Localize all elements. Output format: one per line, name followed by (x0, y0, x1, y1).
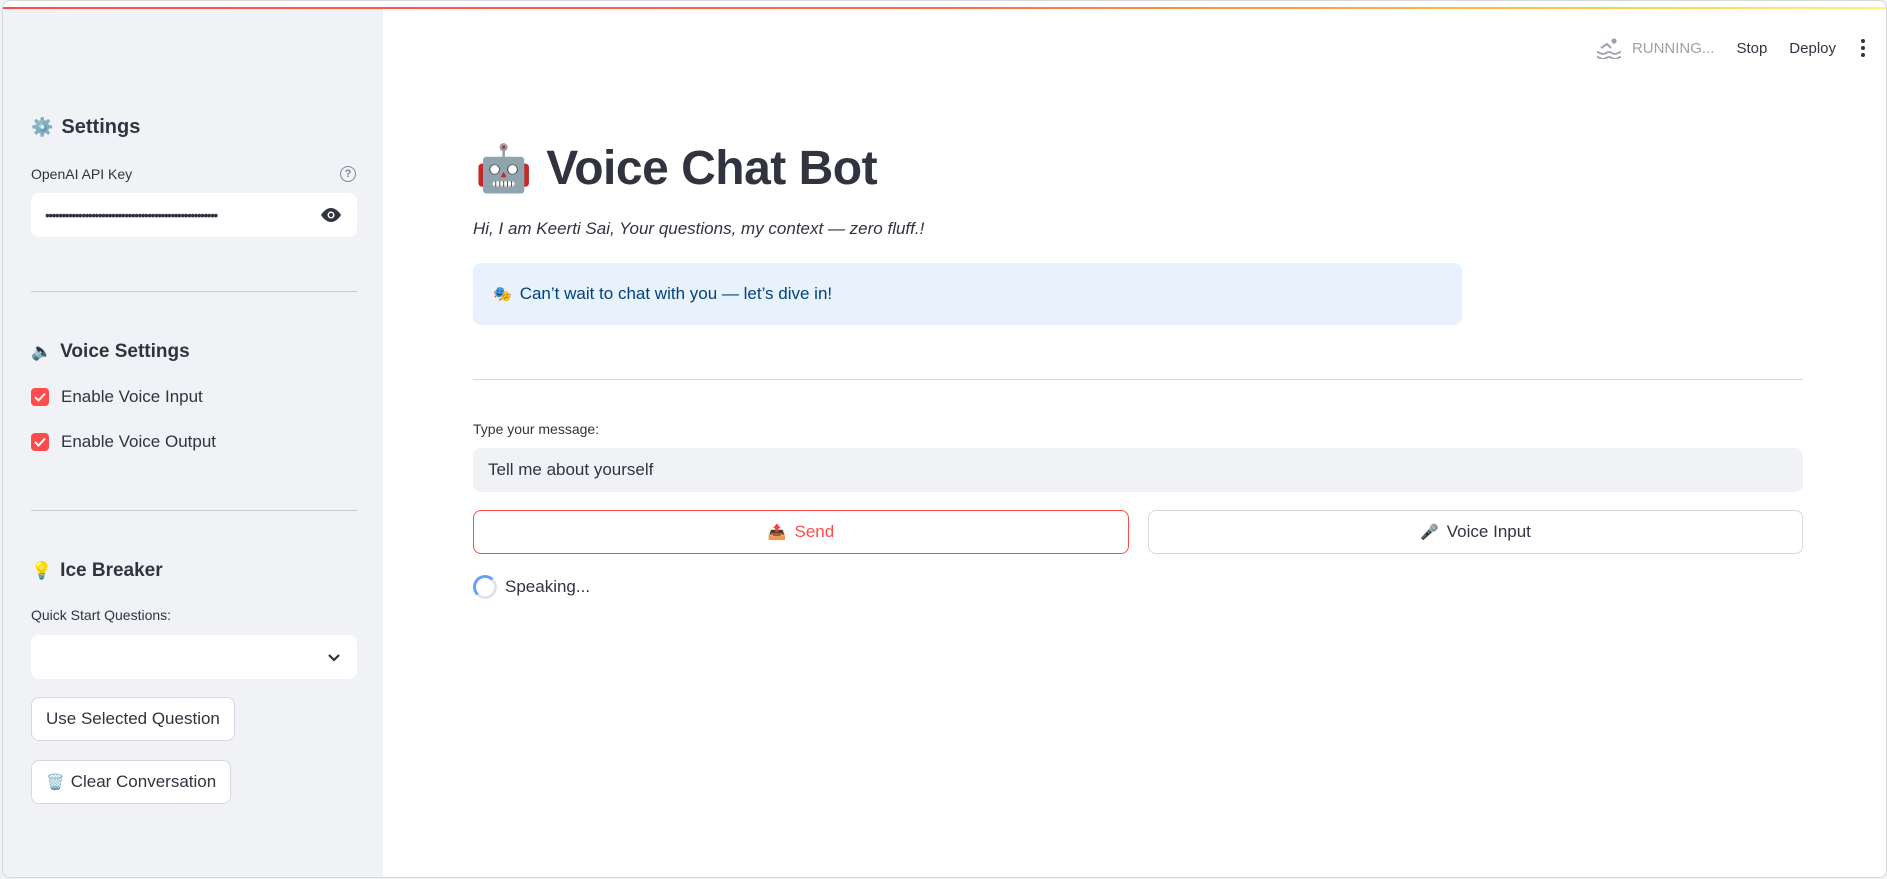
message-input-value[interactable]: Tell me about yourself (488, 460, 653, 480)
lightbulb-icon: 💡 (31, 561, 53, 580)
spinner-icon (473, 575, 497, 599)
running-status-text: RUNNING... (1631, 39, 1715, 57)
send-button-label: Send (794, 522, 835, 541)
speaker-icon: 🔈 (31, 342, 53, 361)
app-window: ⚙️ Settings OpenAI API Key ? •••••••••••… (2, 0, 1887, 878)
kebab-menu-icon[interactable] (1858, 39, 1868, 57)
eye-icon[interactable] (319, 207, 343, 223)
robot-icon: 🤖 (475, 142, 533, 194)
quick-start-label: Quick Start Questions: (31, 607, 172, 623)
trash-icon: 🗑️ (46, 774, 65, 791)
enable-voice-input-checkbox[interactable]: Enable Voice Input (31, 387, 203, 407)
running-status: RUNNING... (1596, 37, 1715, 59)
speaking-status: Speaking... (473, 575, 590, 599)
app-toolbar: RUNNING... Stop Deploy (1596, 37, 1868, 59)
voice-input-button-label: Voice Input (1446, 522, 1531, 541)
page-title: 🤖 Voice Chat Bot (475, 141, 878, 196)
send-button[interactable]: 📤 Send (473, 510, 1129, 554)
stop-button[interactable]: Stop (1736, 40, 1767, 57)
use-selected-question-label: Use Selected Question (46, 709, 220, 728)
info-alert: 🎭 Can’t wait to chat with you — let’s di… (473, 263, 1462, 325)
gear-icon: ⚙️ (31, 117, 54, 137)
speaking-status-text: Speaking... (505, 577, 591, 596)
help-icon[interactable]: ? (340, 166, 356, 182)
api-key-input[interactable]: ••••••••••••••••••••••••••••••••••••••••… (31, 193, 357, 237)
quick-start-select[interactable] (31, 635, 357, 679)
api-key-label: OpenAI API Key (31, 166, 133, 182)
voice-settings-heading: 🔈 Voice Settings (31, 341, 190, 363)
clear-conversation-label: Clear Conversation (70, 772, 217, 791)
voice-input-button[interactable]: 🎤 Voice Input (1148, 510, 1803, 554)
info-alert-text: Can’t wait to chat with you — let’s dive… (519, 284, 833, 303)
clear-conversation-button[interactable]: 🗑️ Clear Conversation (31, 760, 232, 804)
settings-heading: ⚙️ Settings (31, 116, 140, 139)
enable-voice-output-label[interactable]: Enable Voice Output (61, 432, 216, 452)
page-subtitle: Hi, I am Keerti Sai, Your questions, my … (473, 219, 925, 238)
checkbox-checked-icon[interactable] (31, 388, 49, 406)
outbox-icon: 📤 (767, 524, 787, 541)
sidebar-divider (31, 291, 357, 292)
microphone-icon: 🎤 (1420, 524, 1439, 541)
page-title-text: Voice Chat Bot (546, 142, 878, 195)
main-content: RUNNING... Stop Deploy 🤖 Voice Chat Bot … (383, 9, 1886, 877)
enable-voice-input-label[interactable]: Enable Voice Input (61, 387, 203, 407)
use-selected-question-button[interactable]: Use Selected Question (31, 697, 235, 741)
main-divider (473, 379, 1803, 380)
message-label: Type your message: (473, 421, 600, 437)
swimmer-icon (1596, 38, 1622, 59)
ice-breaker-heading: 💡 Ice Breaker (31, 560, 163, 582)
enable-voice-output-checkbox[interactable]: Enable Voice Output (31, 432, 216, 452)
deploy-button[interactable]: Deploy (1789, 40, 1836, 57)
settings-heading-text: Settings (61, 116, 141, 138)
sidebar-divider (31, 510, 357, 511)
message-input[interactable]: Tell me about yourself (473, 448, 1803, 492)
api-key-value[interactable]: ••••••••••••••••••••••••••••••••••••••••… (45, 207, 307, 223)
sidebar: ⚙️ Settings OpenAI API Key ? •••••••••••… (3, 9, 383, 877)
voice-settings-heading-text: Voice Settings (60, 341, 190, 362)
ice-breaker-heading-text: Ice Breaker (60, 560, 163, 581)
chevron-down-icon[interactable] (327, 650, 341, 664)
checkbox-checked-icon[interactable] (31, 433, 49, 451)
theater-masks-icon: 🎭 (493, 286, 512, 303)
